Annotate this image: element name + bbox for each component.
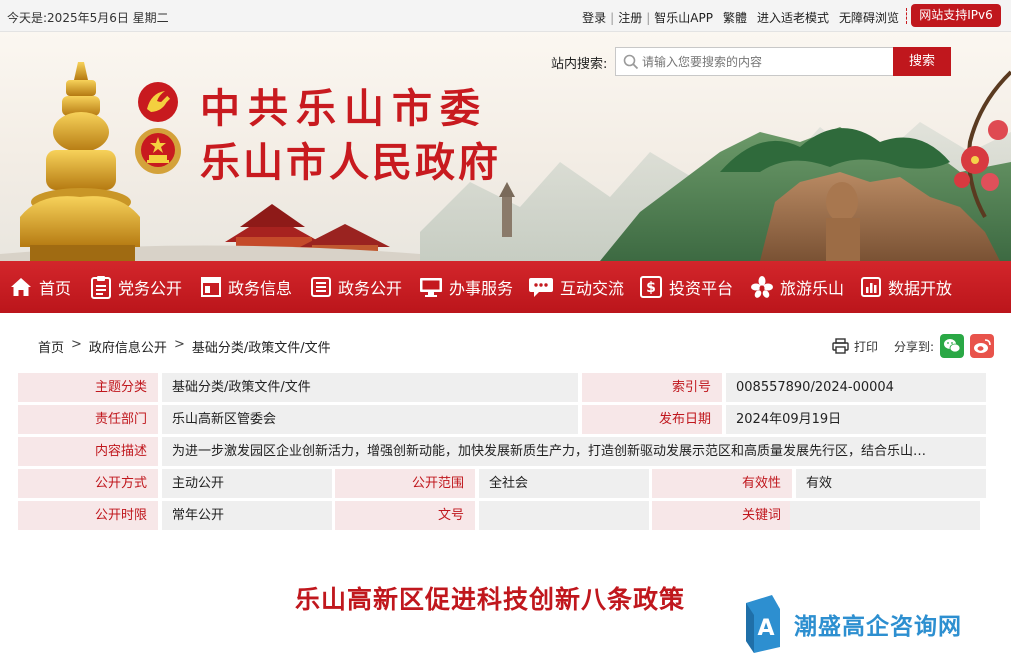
link-separator: | (610, 10, 615, 25)
nav-item-label: 政务公开 (338, 279, 403, 298)
header-banner: 中共乐山市委 乐山市人民政府 站内搜索: 搜索 (0, 32, 1011, 261)
nav-item-investment[interactable]: $ 投资平台 (639, 261, 733, 313)
government-title: 乐山市人民政府 (200, 139, 501, 186)
breadcrumb: 首页 > 政府信息公开 > 基础分类/政策文件/文件 (38, 337, 331, 356)
nav-item-label: 办事服务 (449, 279, 514, 298)
nav-item-gov-info[interactable]: 政务信息 (200, 261, 292, 313)
party-committee-title: 中共乐山市委 (200, 85, 488, 132)
dept-label: 责任部门 (18, 405, 158, 434)
search-label: 站内搜索: (551, 57, 608, 72)
nav-item-label: 互动交流 (560, 279, 625, 298)
nav-item-label: 首页 (39, 279, 72, 298)
list-icon (311, 277, 331, 297)
top-links: 登录 | 注册 | 智乐山APP 繁體 进入适老模式 无障碍浏览 (582, 9, 899, 26)
docno-label: 文号 (335, 501, 475, 530)
docno-value (479, 501, 649, 530)
watermark-logo-icon: A (746, 595, 780, 653)
accessibility-link[interactable]: 无障碍浏览 (839, 9, 899, 26)
print-label: 打印 (854, 339, 879, 354)
scope-value: 全社会 (479, 469, 649, 498)
breadcrumb-separator: > (71, 337, 82, 352)
party-emblem-icon (138, 82, 178, 122)
search-box (615, 47, 894, 76)
subject-label: 主题分类 (18, 373, 158, 402)
main-nav: 首页 党务公开 政务信息 政务公开 办事服务 互动交流 $ 投资平台 旅游乐山 … (0, 261, 1011, 313)
nav-item-tourism[interactable]: 旅游乐山 (750, 261, 844, 313)
article-tools: 打印 分享到: (832, 334, 995, 358)
index-value: 008557890/2024-00004 (726, 373, 986, 402)
dollar-icon: $ (640, 276, 662, 298)
desc-value: 为进一步激发园区企业创新活力，增强创新动能，加快发展新质生产力，打造创新驱动发展… (162, 437, 986, 466)
wechat-icon (944, 339, 961, 353)
current-date: 今天是:2025年5月6日 星期二 (7, 11, 169, 25)
clipboard-icon (91, 276, 111, 299)
dept-value: 乐山高新区管委会 (162, 405, 578, 434)
app-link[interactable]: 智乐山APP (654, 9, 713, 26)
date-label: 发布日期 (582, 405, 722, 434)
period-label: 公开时限 (18, 501, 158, 530)
keyword-value (790, 501, 980, 530)
window-icon (201, 277, 221, 297)
keyword-label: 关键词 (652, 501, 792, 530)
breadcrumb-home[interactable]: 首页 (38, 337, 64, 356)
link-separator: | (646, 10, 651, 25)
search-input[interactable] (642, 51, 890, 73)
breadcrumb-category[interactable]: 基础分类/政策文件/文件 (192, 337, 331, 356)
nav-item-interaction[interactable]: 互动交流 (528, 261, 624, 313)
login-link[interactable]: 登录 (582, 9, 606, 26)
home-icon (11, 278, 31, 296)
search-button[interactable]: 搜索 (893, 47, 951, 76)
breadcrumb-separator: > (173, 337, 185, 352)
national-emblem-icon (135, 128, 181, 174)
search-icon (623, 54, 639, 70)
period-value: 常年公开 (162, 501, 332, 530)
validity-value: 有效 (796, 469, 986, 498)
nav-item-party-affairs[interactable]: 党务公开 (90, 261, 182, 313)
chart-icon (861, 277, 881, 297)
top-bar: 今天是:2025年5月6日 星期二 登录 | 注册 | 智乐山APP 繁體 进入… (0, 0, 1011, 32)
nav-item-gov-disclosure[interactable]: 政务公开 (310, 261, 402, 313)
scope-label: 公开范围 (335, 469, 475, 498)
monitor-icon (420, 278, 442, 297)
breadcrumb-gov-info[interactable]: 政府信息公开 (89, 337, 167, 356)
mode-value: 主动公开 (162, 469, 332, 498)
nav-item-home[interactable]: 首页 (9, 261, 71, 313)
validity-label: 有效性 (652, 469, 792, 498)
traditional-chinese-link[interactable]: 繁體 (723, 9, 747, 26)
svg-text:$: $ (646, 280, 656, 296)
divider (906, 8, 907, 24)
ipv6-badge[interactable]: 网站支持IPv6 (911, 4, 1001, 27)
nav-item-label: 数据开放 (888, 279, 953, 298)
weibo-share-button[interactable] (970, 334, 995, 358)
register-link[interactable]: 注册 (618, 9, 642, 26)
watermark-text: 潮盛高企咨询网 (794, 613, 962, 640)
nav-item-label: 政务信息 (228, 279, 293, 298)
print-button[interactable]: 打印 (832, 338, 878, 355)
desc-label: 内容描述 (18, 437, 158, 466)
nav-item-open-data[interactable]: 数据开放 (860, 261, 952, 313)
subject-value: 基础分类/政策文件/文件 (162, 373, 578, 402)
flower-icon (751, 276, 773, 298)
mode-label: 公开方式 (18, 469, 158, 498)
nav-item-label: 旅游乐山 (780, 279, 845, 298)
watermark: A 潮盛高企咨询网 (742, 595, 962, 653)
share-label: 分享到: (894, 339, 935, 354)
nav-item-label: 投资平台 (669, 279, 734, 298)
weibo-icon (974, 339, 991, 353)
nav-item-services[interactable]: 办事服务 (419, 261, 513, 313)
chat-icon (529, 278, 553, 297)
index-label: 索引号 (582, 373, 722, 402)
nav-item-label: 党务公开 (118, 279, 183, 298)
wechat-share-button[interactable] (940, 334, 965, 358)
elderly-mode-link[interactable]: 进入适老模式 (757, 9, 829, 26)
svg-text:A: A (757, 616, 774, 641)
printer-icon (832, 338, 849, 354)
date-value: 2024年09月19日 (726, 405, 986, 434)
